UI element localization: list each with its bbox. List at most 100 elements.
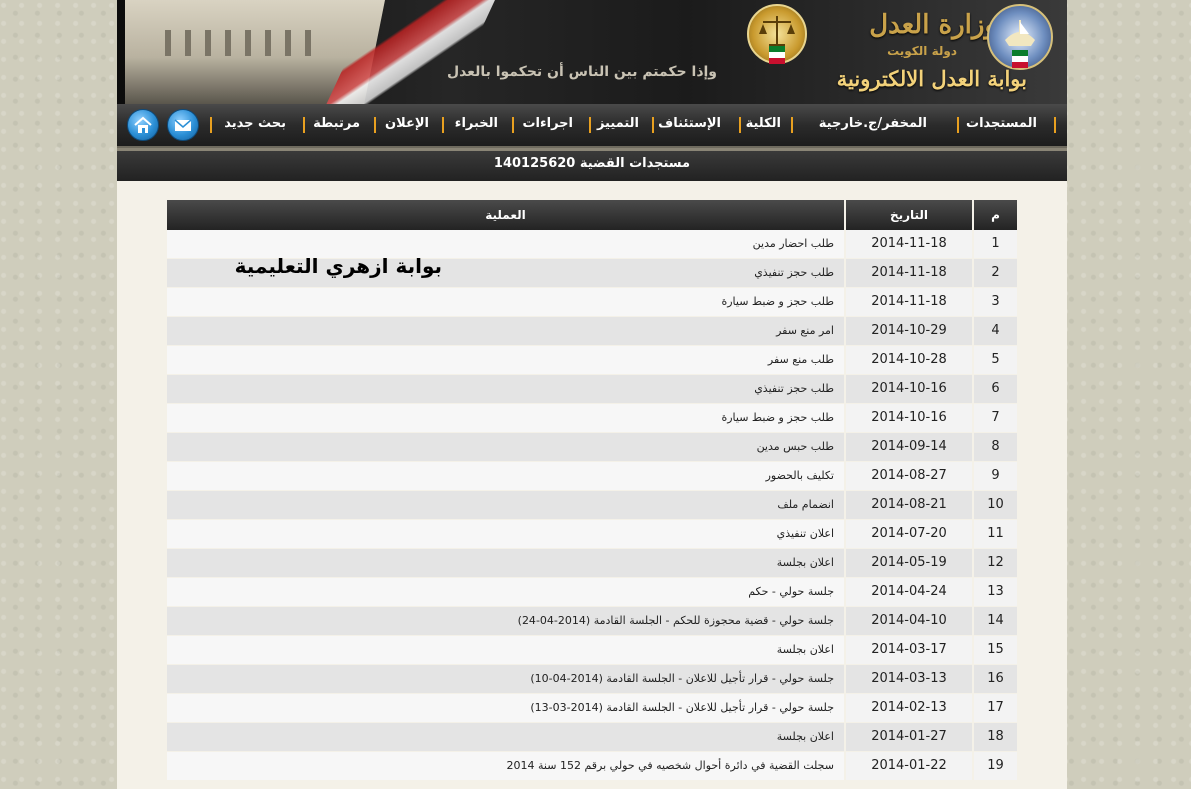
row-operation: اعلان بجلسة [167, 549, 844, 577]
row-operation: جلسة حولي - حكم [167, 578, 844, 606]
row-operation: تكليف بالحضور [167, 462, 844, 490]
table-row: 16 2014-03-13 جلسة حولي - قرار تأجيل للاعل… [167, 665, 1017, 694]
nav-separator [652, 117, 654, 133]
scales-of-justice-icon [747, 4, 807, 64]
row-operation: جلسة حولي - قضية محجوزة للحكم - الجلسة ا… [167, 607, 844, 635]
row-operation: اعلان بجلسة [167, 723, 844, 751]
case-title-bar: مستجدات القضية 140125620 [117, 148, 1067, 181]
table-row: 10 2014-08-21 انضمام ملف [167, 491, 1017, 520]
row-operation: طلب منع سفر [167, 346, 844, 374]
row-number: 10 [974, 491, 1017, 519]
table-row: 12 2014-05-19 اعلان بجلسة [167, 549, 1017, 578]
nav-separator [791, 117, 793, 133]
row-date: 2014-11-18 [846, 288, 972, 316]
row-operation: سجلت القضية في دائرة أحوال شخصيه في حولي… [167, 752, 844, 780]
row-date: 2014-11-18 [846, 230, 972, 258]
table-row: 5 2014-10-28 طلب منع سفر [167, 346, 1017, 375]
case-updates-table: م التاريخ العملية 1 2014-11-18 طلب احضار م… [167, 200, 1017, 781]
nav-separator [957, 117, 959, 133]
row-number: 13 [974, 578, 1017, 606]
row-date: 2014-09-14 [846, 433, 972, 461]
table-row: 8 2014-09-14 طلب حبس مدين [167, 433, 1017, 462]
nav-item-notices[interactable]: الإعلان [385, 116, 429, 131]
watermark-text: بوابة ازهري التعليمية [234, 254, 442, 278]
header-motto: وإذا حكمتم بين الناس أن تحكموا بالعدل [446, 64, 717, 80]
row-date: 2014-02-13 [846, 694, 972, 722]
header-number: م [974, 200, 1017, 230]
row-number: 3 [974, 288, 1017, 316]
row-number: 7 [974, 404, 1017, 432]
row-date: 2014-10-29 [846, 317, 972, 345]
nav-item-procedures[interactable]: اجراءات [522, 116, 573, 131]
nav-separator [1054, 117, 1056, 133]
row-date: 2014-10-28 [846, 346, 972, 374]
table-row: 7 2014-10-16 طلب حجز و ضبط سيارة [167, 404, 1017, 433]
table-row: 14 2014-04-10 جلسة حولي - قضية محجوزة للحك… [167, 607, 1017, 636]
table-header-row: م التاريخ العملية [167, 200, 1017, 230]
table-row: 3 2014-11-18 طلب حجز و ضبط سيارة [167, 288, 1017, 317]
page-container: وإذا حكمتم بين الناس أن تحكموا بالعدل وز… [117, 0, 1067, 789]
row-date: 2014-01-27 [846, 723, 972, 751]
nav-item-updates[interactable]: المستجدات [966, 116, 1037, 131]
row-date: 2014-10-16 [846, 404, 972, 432]
row-operation: جلسة حولي - قرار تأجيل للاعلان - الجلسة … [167, 665, 844, 693]
nav-separator [374, 117, 376, 133]
row-date: 2014-04-10 [846, 607, 972, 635]
row-number: 6 [974, 375, 1017, 403]
table-row: 13 2014-04-24 جلسة حولي - حكم [167, 578, 1017, 607]
table-row: 19 2014-01-22 سجلت القضية في دائرة أحوال ش… [167, 752, 1017, 781]
home-icon[interactable] [127, 109, 159, 141]
row-date: 2014-05-19 [846, 549, 972, 577]
row-operation: طلب حبس مدين [167, 433, 844, 461]
nav-separator [589, 117, 591, 133]
portal-name: بوابة العدل الالكترونية [836, 66, 1027, 91]
nav-item-first-instance[interactable]: الكلية [746, 116, 781, 131]
nav-item-new-search[interactable]: بحث جديد [224, 116, 286, 131]
row-number: 18 [974, 723, 1017, 751]
row-number: 12 [974, 549, 1017, 577]
nav-separator [303, 117, 305, 133]
row-operation: طلب حجز و ضبط سيارة [167, 288, 844, 316]
mail-icon[interactable] [167, 109, 199, 141]
row-date: 2014-08-27 [846, 462, 972, 490]
table-row: 18 2014-01-27 اعلان بجلسة [167, 723, 1017, 752]
table-row: 9 2014-08-27 تكليف بالحضور [167, 462, 1017, 491]
header-operation: العملية [167, 200, 844, 230]
row-date: 2014-10-16 [846, 375, 972, 403]
country-name: دولة الكويت [887, 44, 957, 58]
row-number: 2 [974, 259, 1017, 287]
row-operation: جلسة حولي - قرار تأجيل للاعلان - الجلسة … [167, 694, 844, 722]
row-date: 2014-08-21 [846, 491, 972, 519]
ministry-name: وزارة العدل [869, 10, 997, 40]
row-number: 15 [974, 636, 1017, 664]
row-operation: طلب حجز و ضبط سيارة [167, 404, 844, 432]
nav-separator [210, 117, 212, 133]
nav-item-appeal[interactable]: الإستئناف [658, 116, 721, 131]
row-operation: امر منع سفر [167, 317, 844, 345]
row-operation: طلب حجز تنفيذي [167, 375, 844, 403]
row-number: 16 [974, 665, 1017, 693]
nav-separator [442, 117, 444, 133]
nav-item-police-station[interactable]: المخفر/ج.خارجية [819, 116, 927, 131]
table-row: 4 2014-10-29 امر منع سفر [167, 317, 1017, 346]
row-date: 2014-01-22 [846, 752, 972, 780]
table-row: 6 2014-10-16 طلب حجز تنفيذي [167, 375, 1017, 404]
row-operation: انضمام ملف [167, 491, 844, 519]
header-banner: وإذا حكمتم بين الناس أن تحكموا بالعدل وز… [117, 0, 1067, 104]
row-date: 2014-03-13 [846, 665, 972, 693]
row-number: 14 [974, 607, 1017, 635]
table-row: 15 2014-03-17 اعلان بجلسة [167, 636, 1017, 665]
nav-separator [739, 117, 741, 133]
nav-item-related[interactable]: مرتبطة [313, 116, 360, 131]
row-number: 9 [974, 462, 1017, 490]
nav-item-cassation[interactable]: التمييز [597, 116, 639, 131]
row-number: 11 [974, 520, 1017, 548]
row-number: 1 [974, 230, 1017, 258]
nav-item-experts[interactable]: الخبراء [455, 116, 498, 131]
row-date: 2014-03-17 [846, 636, 972, 664]
row-number: 19 [974, 752, 1017, 780]
table-row: 11 2014-07-20 اعلان تنفيذي [167, 520, 1017, 549]
kuwait-flag-icon [769, 46, 785, 64]
header-date: التاريخ [846, 200, 972, 230]
row-number: 8 [974, 433, 1017, 461]
